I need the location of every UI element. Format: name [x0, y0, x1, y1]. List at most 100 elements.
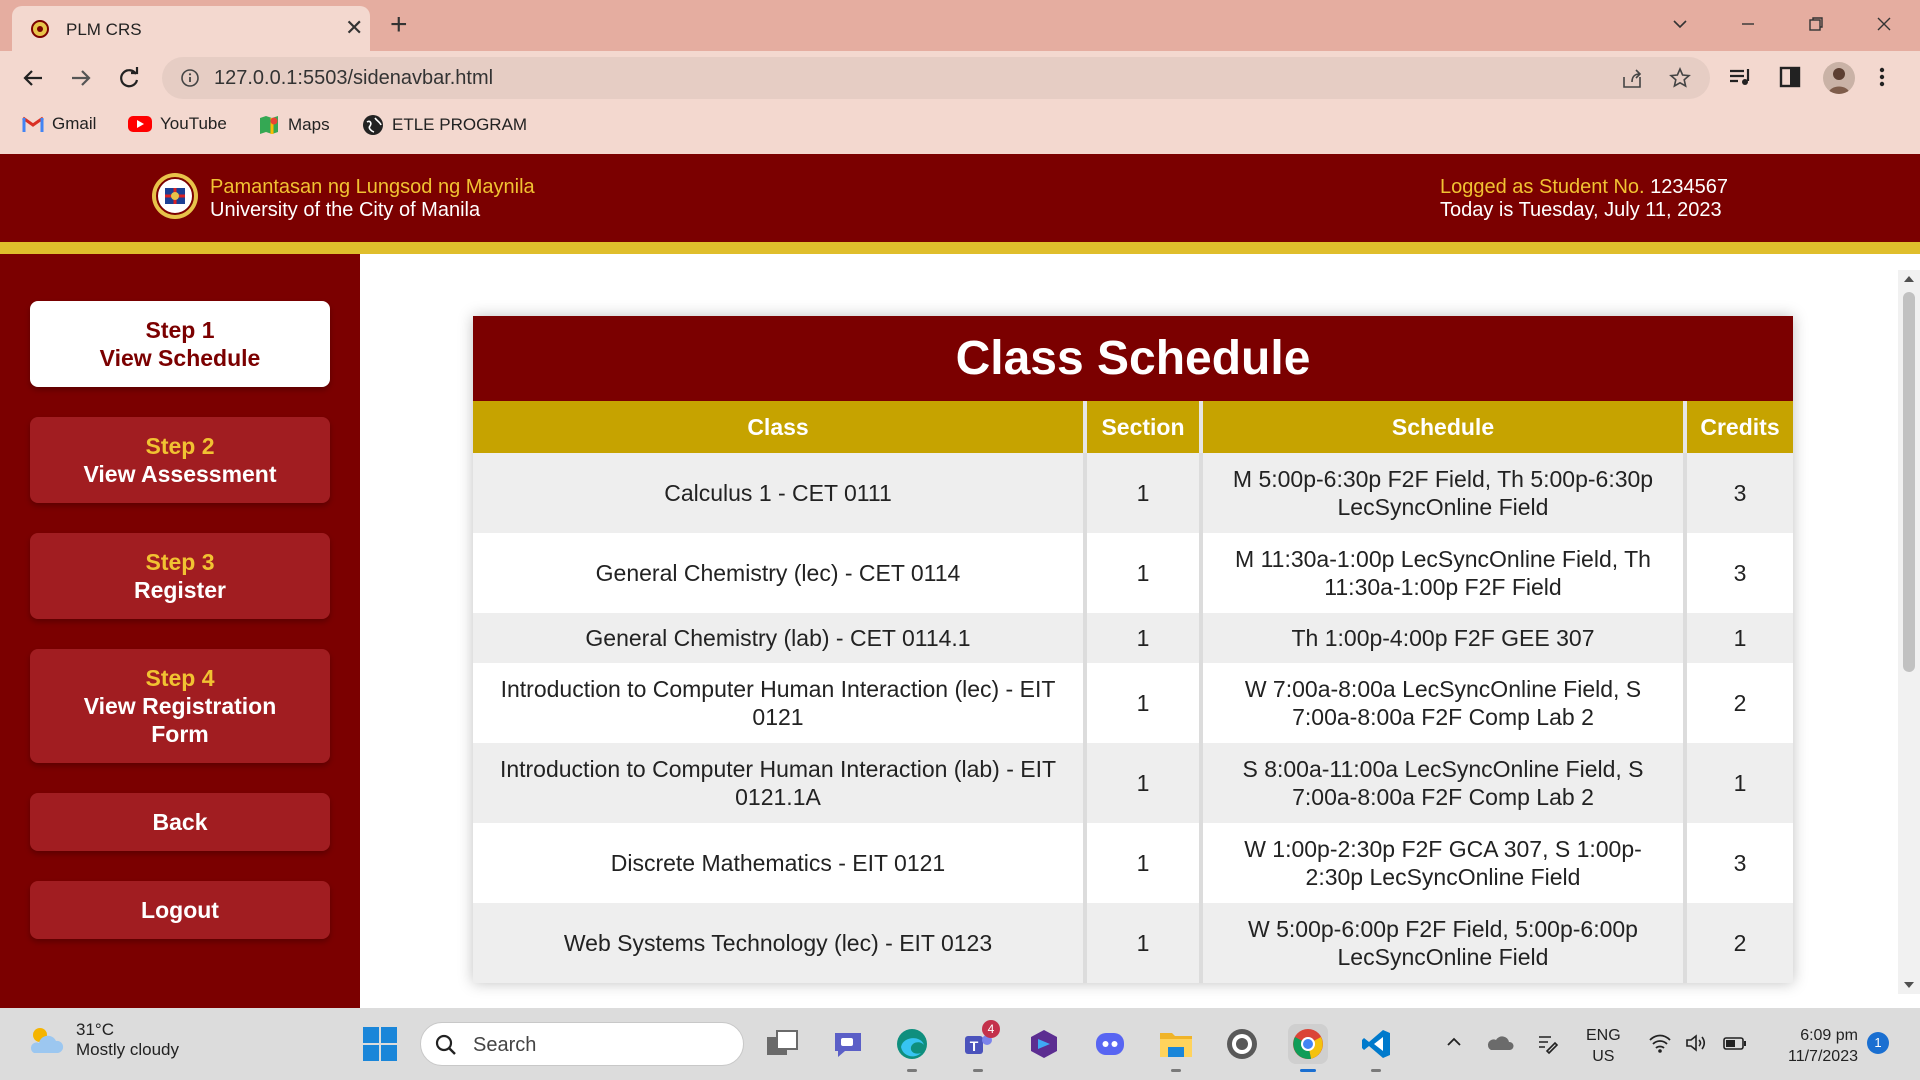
cell-class: Discrete Mathematics - EIT 0121	[473, 823, 1087, 903]
student-number: 1234567	[1650, 176, 1729, 198]
battery-icon[interactable]	[1722, 1032, 1748, 1054]
browser-menu-icon[interactable]	[1876, 63, 1888, 91]
scrollbar-thumb[interactable]	[1903, 292, 1915, 672]
back-arrow-icon[interactable]	[18, 63, 48, 93]
cell-schedule: S 8:00a-11:00a LecSyncOnline Field, S 7:…	[1201, 743, 1687, 823]
discord-icon[interactable]	[1090, 1024, 1130, 1064]
close-window-icon[interactable]	[1872, 12, 1896, 36]
table-header-row: Class Section Schedule Credits	[473, 401, 1793, 453]
step-1-view-schedule-button[interactable]: Step 1 View Schedule	[30, 301, 330, 387]
step-number: Step 3	[145, 549, 215, 575]
wifi-icon[interactable]	[1648, 1032, 1672, 1054]
table-row: General Chemistry (lec) - CET 0114 1 M 1…	[473, 533, 1793, 613]
university-name: Pamantasan ng Lungsod ng Maynila Univers…	[210, 176, 535, 222]
cell-schedule: M 5:00p-6:30p F2F Field, Th 5:00p-6:30p …	[1201, 453, 1687, 533]
cell-schedule: W 1:00p-2:30p F2F GCA 307, S 1:00p-2:30p…	[1201, 823, 1687, 903]
reload-icon[interactable]	[114, 63, 144, 93]
column-header-credits: Credits	[1685, 401, 1793, 453]
step-label: View Assessment	[83, 461, 277, 487]
active-app-indicator	[1300, 1069, 1316, 1072]
back-button[interactable]: Back	[30, 793, 330, 851]
bookmark-youtube[interactable]: YouTube	[128, 114, 227, 134]
new-tab-icon[interactable]: +	[390, 10, 408, 40]
scroll-down-arrow-icon[interactable]	[1904, 982, 1914, 988]
onedrive-cloud-icon[interactable]	[1486, 1032, 1514, 1052]
bookmark-maps[interactable]: Maps	[258, 114, 330, 136]
minimize-icon[interactable]	[1736, 12, 1760, 36]
edge-browser-icon[interactable]	[892, 1024, 932, 1072]
site-info-icon[interactable]	[180, 68, 200, 88]
step-number: Step 1	[145, 317, 215, 343]
bookmarks-bar: Gmail YouTube Maps ETLE PROGRAM	[0, 106, 1920, 146]
teams-chat-icon[interactable]	[828, 1024, 868, 1064]
file-explorer-icon[interactable]	[1156, 1024, 1196, 1072]
table-row: Web Systems Technology (lec) - EIT 0123 …	[473, 903, 1793, 983]
bookmark-gmail[interactable]: Gmail	[22, 114, 96, 134]
table-row: Introduction to Computer Human Interacti…	[473, 663, 1793, 743]
pen-input-icon[interactable]	[1536, 1032, 1560, 1056]
page-scrollbar[interactable]	[1898, 270, 1920, 994]
cell-class: Web Systems Technology (lec) - EIT 0123	[473, 903, 1087, 983]
browser-chrome: PLM CRS ✕ + 127.0.0.1:5503/sidenavbar.ht…	[0, 0, 1920, 154]
volume-icon[interactable]	[1684, 1032, 1708, 1054]
windows-start-icon[interactable]	[362, 1026, 398, 1062]
table-row: General Chemistry (lab) - CET 0114.1 1 T…	[473, 613, 1793, 663]
step-3-register-button[interactable]: Step 3 Register	[30, 533, 330, 619]
share-icon[interactable]	[1620, 67, 1644, 91]
schedule-table: Class Section Schedule Credits Calculus …	[473, 401, 1793, 983]
main-content: Class Schedule Class Section Schedule Cr…	[360, 254, 1920, 1008]
youtube-icon	[128, 115, 152, 133]
side-panel-icon[interactable]	[1776, 63, 1804, 91]
cell-schedule: Th 1:00p-4:00p F2F GEE 307	[1201, 613, 1687, 663]
cell-credits: 1	[1685, 743, 1793, 823]
cell-section: 1	[1085, 663, 1203, 743]
university-name-english: University of the City of Manila	[210, 199, 481, 221]
column-header-schedule: Schedule	[1201, 401, 1687, 453]
chrome-browser-icon[interactable]	[1288, 1024, 1328, 1072]
notification-center-badge[interactable]: 1	[1867, 1032, 1889, 1054]
obs-icon[interactable]	[1222, 1024, 1262, 1064]
input-language-indicator[interactable]: ENG US	[1586, 1025, 1621, 1067]
bookmark-etle-program[interactable]: ETLE PROGRAM	[362, 114, 527, 136]
vscode-icon[interactable]	[1356, 1024, 1396, 1072]
logout-button[interactable]: Logout	[30, 881, 330, 939]
cell-credits: 2	[1685, 663, 1793, 743]
show-hidden-icons-chevron-icon[interactable]	[1444, 1032, 1464, 1052]
table-row: Discrete Mathematics - EIT 0121 1 W 1:00…	[473, 823, 1793, 903]
scroll-up-arrow-icon[interactable]	[1904, 276, 1914, 282]
close-tab-icon[interactable]: ✕	[345, 17, 363, 39]
taskbar-search-box[interactable]: Search	[420, 1022, 744, 1066]
restore-icon[interactable]	[1804, 12, 1828, 36]
step-4-view-registration-form-button[interactable]: Step 4 View Registration Form	[30, 649, 330, 763]
table-row: Introduction to Computer Human Interacti…	[473, 743, 1793, 823]
clock-date: 11/7/2023	[1788, 1048, 1858, 1065]
plm-seal-logo	[151, 172, 199, 220]
cell-credits: 3	[1685, 823, 1793, 903]
media-controls-icon[interactable]	[1726, 63, 1754, 91]
search-placeholder: Search	[473, 1034, 537, 1056]
system-clock[interactable]: 6:09 pm 11/7/2023	[1762, 1025, 1858, 1067]
address-bar[interactable]: 127.0.0.1:5503/sidenavbar.html	[162, 57, 1710, 99]
gmail-icon	[22, 115, 44, 133]
forward-arrow-icon[interactable]	[66, 63, 96, 93]
svg-text:T: T	[970, 1038, 979, 1054]
step-label: Register	[133, 577, 227, 603]
running-indicator	[1371, 1069, 1381, 1072]
step-2-view-assessment-button[interactable]: Step 2 View Assessment	[30, 417, 330, 503]
cell-schedule: W 5:00p-6:00p F2F Field, 5:00p-6:00p Lec…	[1201, 903, 1687, 983]
visual-studio-icon[interactable]	[1024, 1024, 1064, 1064]
column-header-class: Class	[473, 401, 1087, 453]
profile-avatar[interactable]	[1823, 62, 1855, 94]
task-view-icon[interactable]	[762, 1024, 802, 1064]
bookmark-star-icon[interactable]	[1668, 66, 1692, 90]
cell-schedule: M 11:30a-1:00p LecSyncOnline Field, Th 1…	[1201, 533, 1687, 613]
browser-tab[interactable]: PLM CRS ✕	[12, 6, 370, 51]
cell-credits: 3	[1685, 533, 1793, 613]
cloudy-weather-icon	[26, 1025, 64, 1055]
url-text[interactable]: 127.0.0.1:5503/sidenavbar.html	[214, 67, 493, 90]
tab-search-chevron-icon[interactable]	[1668, 12, 1692, 36]
cell-section: 1	[1085, 823, 1203, 903]
site-header: Pamantasan ng Lungsod ng Maynila Univers…	[0, 154, 1920, 242]
teams-icon[interactable]: T 4	[958, 1020, 1000, 1072]
weather-widget[interactable]: 31°C Mostly cloudy	[26, 1020, 179, 1060]
